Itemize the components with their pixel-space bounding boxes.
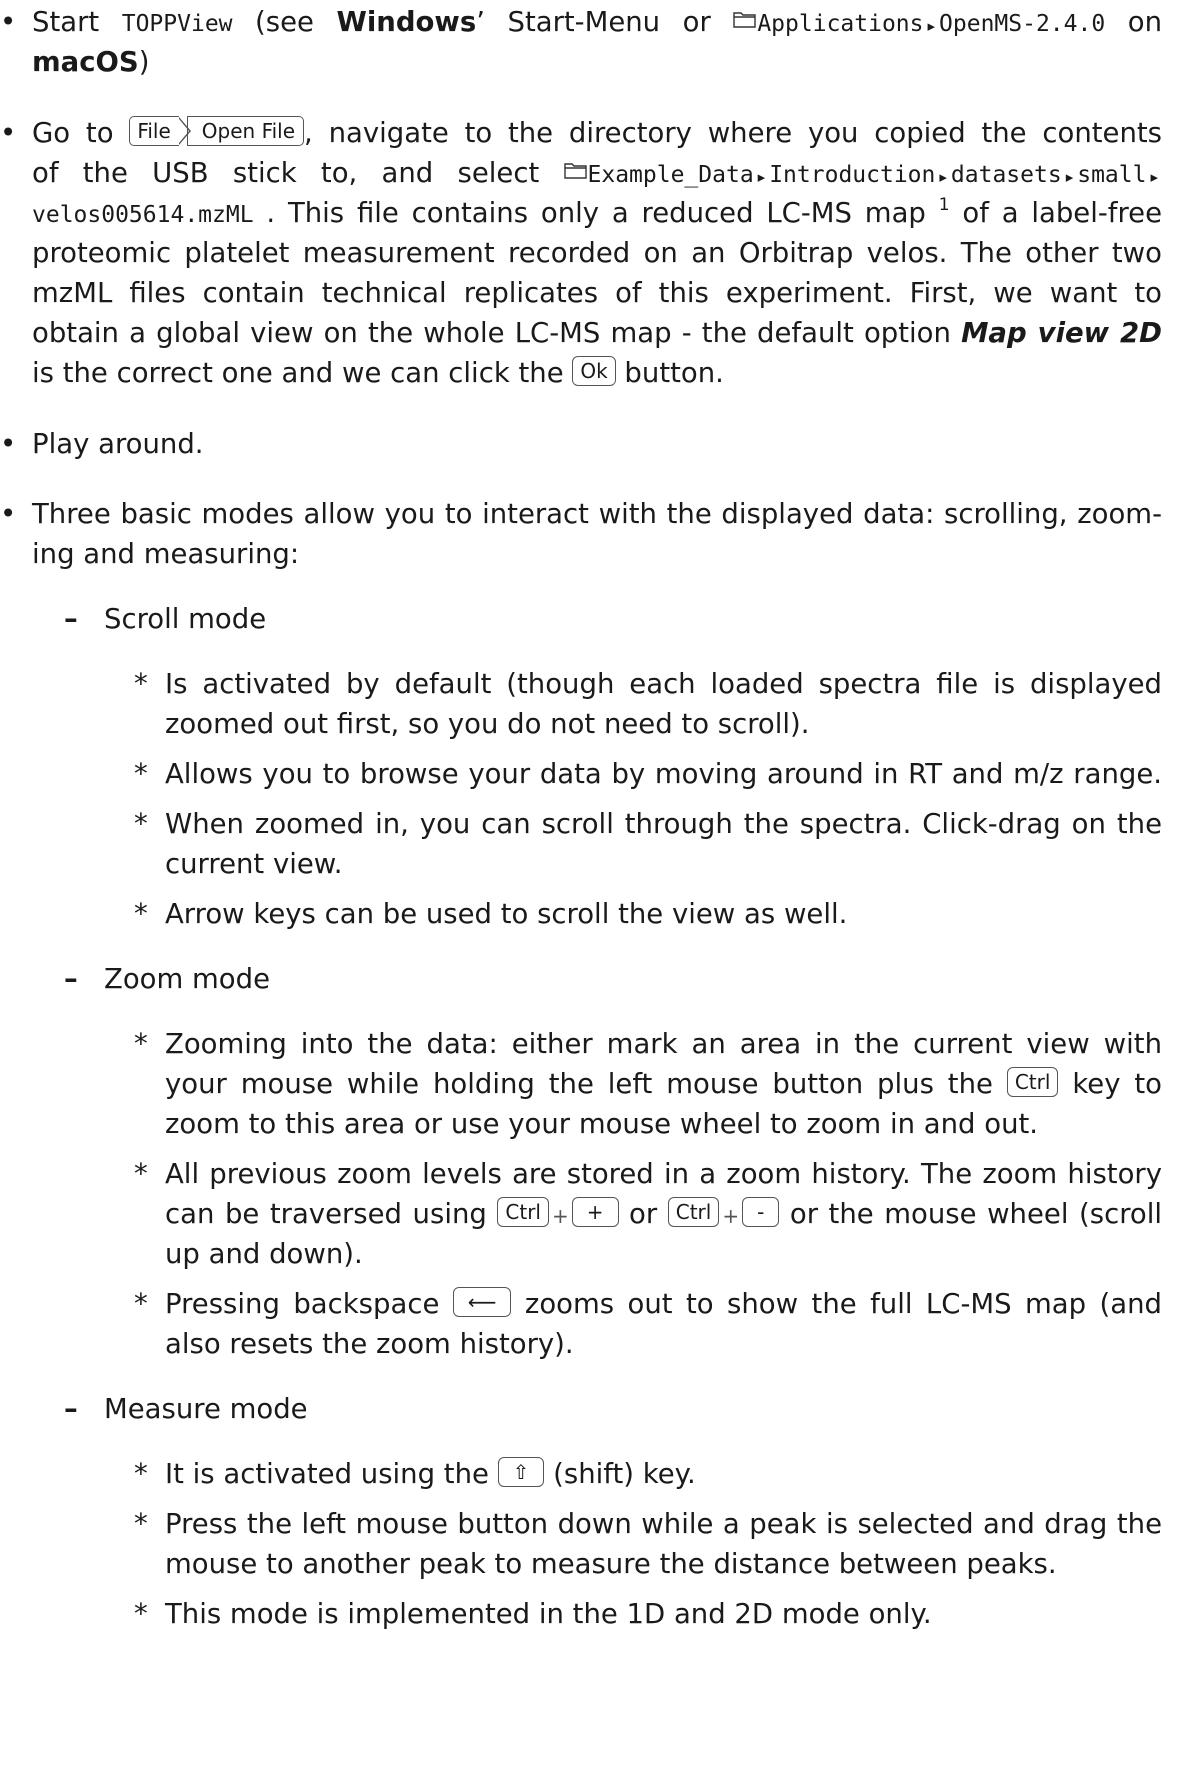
minus-key: -: [742, 1197, 780, 1227]
path-arrow-icon: ▸: [939, 168, 947, 186]
zoom-item-2-line2: can be traversed using Ctrl + + or Ctrl + - …: [165, 1197, 1162, 1230]
tool-name: TOPPView: [121, 11, 233, 37]
item-open-file-line7: is the correct one and we can click the …: [32, 356, 724, 389]
item-open-file-line2: of the USB stick to, and select Example_…: [32, 153, 1162, 193]
path-arrow-icon: ▸: [1150, 168, 1158, 186]
zoom-item-1-line2: your mouse while holding the left mouse …: [165, 1067, 1162, 1100]
item-modes-line2: ing and measuring:: [32, 538, 300, 570]
measure-mode-heading: Measure mode: [104, 1393, 308, 1425]
dash-bullet: –: [64, 963, 78, 995]
path-example-data: Example_Data: [587, 162, 754, 188]
zoom-item-2-line3: up and down).: [165, 1238, 363, 1270]
path-arrow-icon: ▸: [757, 168, 766, 186]
item-start-topp-line1: Start TOPPView (see Windows’ Start-Menu …: [32, 2, 1162, 42]
star-bullet: *: [134, 1508, 148, 1540]
item-start-topp-line2: macOS): [32, 46, 150, 78]
bullet: •: [0, 6, 17, 38]
path-arrow-icon: ▸: [927, 17, 936, 35]
file-name: velos005614.mzML: [32, 202, 254, 228]
ctrl-key: Ctrl: [1006, 1067, 1059, 1097]
path-applications: Applications: [757, 11, 924, 37]
measure-item-2-line1: Press the left mouse button down while a…: [165, 1508, 1162, 1540]
shift-key: ⇧: [497, 1457, 545, 1487]
menu-file[interactable]: File: [129, 116, 179, 146]
backspace-key: ⟵: [452, 1287, 512, 1317]
document-page: • Start TOPPView (see Windows’ Start-Men…: [0, 0, 1179, 1786]
plus-key: +: [571, 1197, 619, 1227]
bullet: •: [0, 498, 17, 530]
folder-icon: [563, 151, 588, 191]
dash-bullet: –: [64, 603, 78, 635]
zoom-item-3-line1: Pressing backspace ⟵ zooms out to show t…: [165, 1287, 1162, 1320]
star-bullet: *: [134, 1458, 148, 1490]
item-open-file-line1: Go to File Open File, navigate to the dir…: [32, 116, 1162, 149]
measure-item-1: It is activated using the ⇧ (shift) key.: [165, 1457, 696, 1490]
item-open-file-line6: obtain a global view on the whole LC-MS …: [32, 317, 1162, 349]
folder-icon: [733, 0, 757, 40]
zoom-mode-heading: Zoom mode: [104, 963, 271, 995]
measure-item-3: This mode is implemented in the 1D and 2…: [165, 1598, 932, 1630]
menu-open-file[interactable]: Open File: [186, 116, 305, 146]
scroll-mode-heading: Scroll mode: [104, 603, 267, 635]
footnote-marker: 1: [938, 194, 950, 215]
scroll-item-1-line1: Is activated by default (though each loa…: [165, 668, 1162, 700]
item-modes-line1: Three basic modes allow you to interact …: [32, 498, 1162, 530]
ctrl-key: Ctrl: [497, 1197, 549, 1227]
scroll-item-1-line2: zoomed out first, so you do not need to …: [165, 708, 810, 740]
star-bullet: *: [134, 1598, 148, 1630]
item-open-file-line4: proteomic platelet measurement recorded …: [32, 237, 1162, 269]
os-windows: Windows: [336, 6, 477, 38]
scroll-item-2: Allows you to browse your data by moving…: [165, 758, 1162, 790]
item-play-around: Play around.: [32, 428, 204, 460]
zoom-item-1-line3: zoom to this area or use your mouse whee…: [165, 1108, 1039, 1140]
item-open-file-line5: mzML files contain technical replicates …: [32, 277, 1162, 309]
star-bullet: *: [134, 668, 148, 700]
ok-button[interactable]: Ok: [572, 356, 616, 386]
path-small: small: [1077, 162, 1147, 188]
zoom-item-1-line1: Zooming into the data: either mark an ar…: [165, 1028, 1162, 1060]
path-datasets: datasets: [950, 162, 1062, 188]
star-bullet: *: [134, 898, 148, 930]
item-open-file-line3: velos005614.mzML . This file contains on…: [32, 194, 1163, 229]
star-bullet: *: [134, 758, 148, 790]
star-bullet: *: [134, 1158, 148, 1190]
star-bullet: *: [134, 1028, 148, 1060]
scroll-item-3-line1: When zoomed in, you can scroll through t…: [165, 808, 1162, 840]
star-bullet: *: [134, 808, 148, 840]
os-macos: macOS: [32, 46, 139, 78]
path-openms: OpenMS-2.4.0: [939, 11, 1106, 37]
ctrl-key: Ctrl: [667, 1197, 720, 1227]
path-arrow-icon: ▸: [1065, 168, 1074, 186]
bullet: •: [0, 428, 17, 460]
zoom-item-3-line2: also resets the zoom history).: [165, 1328, 574, 1360]
scroll-item-3-line2: current view.: [165, 848, 343, 880]
zoom-item-2-line1: All previous zoom levels are stored in a…: [165, 1158, 1162, 1190]
star-bullet: *: [134, 1288, 148, 1320]
scroll-item-4: Arrow keys can be used to scroll the vie…: [165, 898, 848, 930]
option-map-view: Map view 2D: [961, 317, 1162, 349]
measure-item-2-line2: mouse to another peak to measure the dis…: [165, 1548, 1057, 1580]
dash-bullet: –: [64, 1393, 78, 1425]
path-introduction: Introduction: [769, 162, 936, 188]
bullet: •: [0, 117, 17, 149]
